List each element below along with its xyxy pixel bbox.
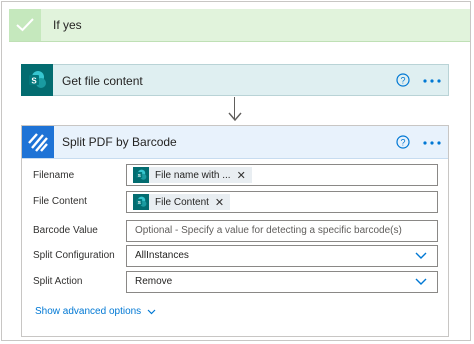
chevron-down-icon[interactable]	[415, 252, 427, 260]
filename-token-label: File name with ...	[155, 169, 231, 181]
barcode-value-label: Barcode Value	[33, 225, 98, 236]
ellipsis-icon[interactable]	[423, 141, 441, 145]
sharepoint-icon: S	[133, 194, 149, 210]
split-configuration-select[interactable]: AllInstances	[126, 245, 438, 267]
barcode-value-input[interactable]: Optional - Specify a value for detecting…	[126, 220, 438, 242]
ellipsis-icon[interactable]	[423, 79, 441, 83]
condition-branch-header[interactable]: If yes	[9, 9, 470, 42]
card-title: Split PDF by Barcode	[62, 135, 177, 149]
split-pdf-card-header[interactable]: Split PDF by Barcode ?	[22, 126, 448, 159]
filename-label: Filename	[33, 170, 75, 181]
condition-branch-label: If yes	[53, 18, 82, 32]
help-icon[interactable]: ?	[396, 135, 410, 149]
file-content-label: File Content	[33, 196, 87, 207]
filename-field[interactable]: S File name with ... ✕	[126, 164, 438, 186]
remove-token-icon[interactable]: ✕	[215, 196, 224, 209]
split-configuration-value: AllInstances	[135, 250, 189, 261]
split-action-value: Remove	[135, 276, 173, 287]
chevron-down-icon[interactable]	[415, 278, 427, 286]
barcode-value-placeholder: Optional - Specify a value for detecting…	[135, 225, 402, 236]
svg-text:?: ?	[400, 138, 405, 148]
file-content-token-label: File Content	[155, 196, 209, 208]
split-action-label: Split Action	[33, 276, 83, 287]
get-file-content-card[interactable]: S Get file content ?	[21, 64, 449, 96]
remove-token-icon[interactable]: ✕	[237, 169, 246, 182]
arrow-down-icon	[228, 112, 242, 122]
file-content-field[interactable]: S File Content ✕	[126, 191, 438, 213]
flow-canvas: If yes S Get file content ? Split PDF by…	[1, 1, 471, 341]
check-icon	[9, 9, 41, 41]
chevron-down-icon	[147, 309, 156, 314]
file-content-token[interactable]: S File Content ✕	[133, 194, 231, 210]
split-pdf-icon	[22, 126, 54, 158]
sharepoint-icon: S	[133, 167, 149, 183]
filename-token[interactable]: S File name with ... ✕	[133, 167, 252, 183]
split-action-select[interactable]: Remove	[126, 271, 438, 293]
help-icon[interactable]: ?	[396, 73, 410, 87]
split-configuration-label: Split Configuration	[33, 250, 115, 261]
svg-text:S: S	[31, 77, 37, 86]
sharepoint-icon: S	[21, 64, 53, 96]
split-pdf-card: Split PDF by Barcode ? Filename S File n…	[21, 125, 449, 337]
show-advanced-options-label: Show advanced options	[35, 306, 142, 317]
show-advanced-options-link[interactable]: Show advanced options	[35, 306, 156, 317]
card-title: Get file content	[62, 74, 143, 88]
svg-text:?: ?	[400, 76, 405, 86]
